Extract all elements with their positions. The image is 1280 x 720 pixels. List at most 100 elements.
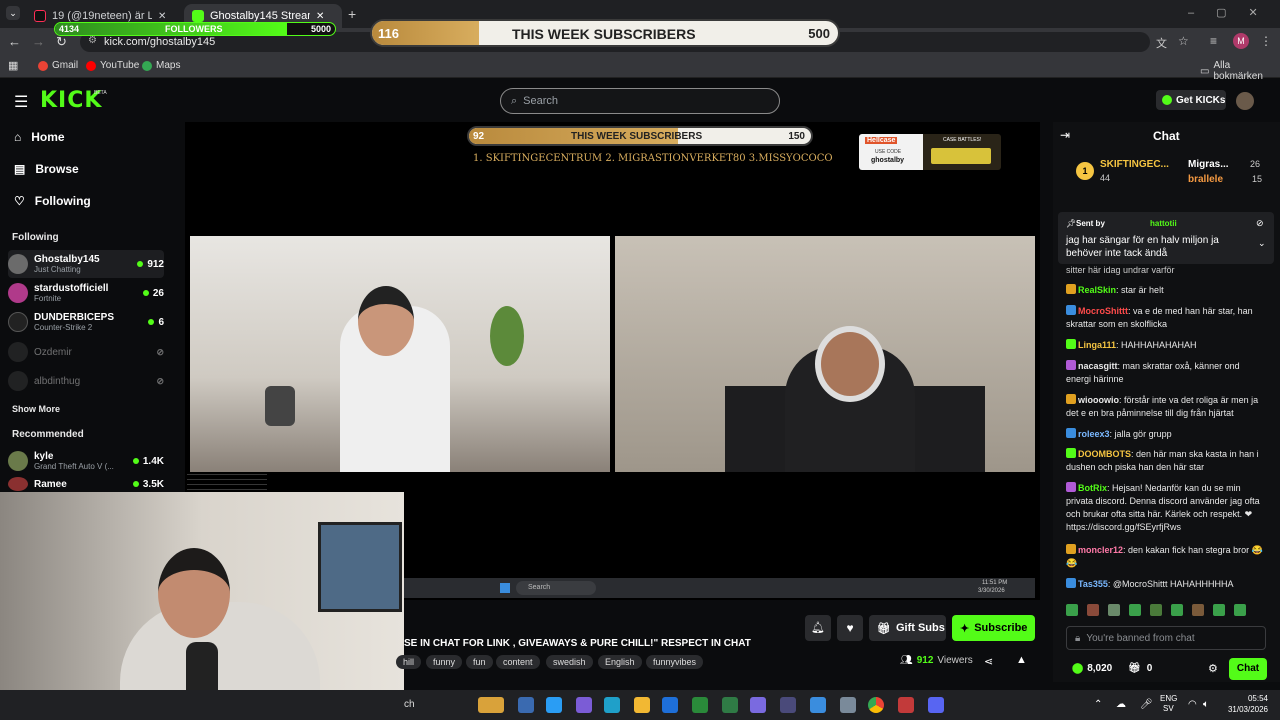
subscribe-button[interactable]: ✦ Subscribe [952, 615, 1035, 641]
bookmark-gmail[interactable]: Gmail [38, 60, 78, 71]
translate-icon[interactable]: 文 [1156, 35, 1167, 51]
emote-icon[interactable] [1192, 604, 1204, 616]
taskbar-app-icon[interactable] [546, 697, 562, 713]
tag[interactable]: funnyvibes [646, 655, 704, 669]
clock-time[interactable]: 05:54 [1222, 694, 1268, 703]
recommended-item[interactable]: Ramee 3.5K [8, 476, 164, 492]
close-icon[interactable]: ✕ [316, 11, 324, 22]
chat-username[interactable]: MocroShittt [1078, 306, 1128, 316]
collapse-chat-icon[interactable]: ⇥ [1060, 128, 1070, 142]
chat-username[interactable]: BotRix [1078, 483, 1107, 493]
chat-username[interactable]: Linga111 [1078, 340, 1116, 350]
pinned-message[interactable]: 📌︎ Sent by hattotii jag har sängar för e… [1058, 212, 1274, 264]
tray-language[interactable]: ENG [1160, 694, 1177, 703]
taskbar-edge-icon[interactable] [604, 697, 620, 713]
taskbar-search-fragment[interactable]: ch [404, 699, 415, 710]
tag[interactable]: funny [426, 655, 463, 669]
tray-language-secondary[interactable]: SV [1163, 704, 1174, 713]
taskbar-app-icon[interactable] [576, 697, 592, 713]
following-item[interactable]: Ghostalby145 Just Chatting 912 [8, 250, 164, 278]
nav-following[interactable]: ♡ Following [14, 194, 91, 208]
new-tab-button[interactable]: + [348, 6, 356, 22]
forward-icon[interactable]: → [32, 34, 45, 49]
emote-icon[interactable] [1150, 604, 1162, 616]
taskbar-app-icon[interactable] [840, 697, 856, 713]
taskbar-app-icon[interactable] [750, 697, 766, 713]
media-icon[interactable]: ≡ [1210, 34, 1217, 48]
tag[interactable]: content [496, 655, 540, 669]
following-item-offline[interactable]: Ozdemir ⊘ [8, 338, 164, 366]
chat-username[interactable]: roleex3 [1078, 429, 1110, 439]
hamburger-icon[interactable]: ☰ [14, 92, 28, 112]
report-icon[interactable]: ▲ [1016, 654, 1027, 666]
reload-icon[interactable]: ↻ [56, 34, 67, 50]
share-icon[interactable]: ⋖ [984, 655, 993, 668]
taskbar-discord-icon[interactable] [928, 697, 944, 713]
following-item[interactable]: stardustofficiell Fortnite 26 [8, 279, 164, 307]
taskbar-app-icon[interactable] [692, 697, 708, 713]
taskbar-app-icon[interactable] [518, 697, 534, 713]
tab-search-icon[interactable]: ⌄ [6, 6, 20, 20]
emote-icon[interactable] [1171, 604, 1183, 616]
emote-icon[interactable] [1234, 604, 1246, 616]
tray-overflow-icon[interactable]: ⌃ [1094, 699, 1102, 710]
user-avatar[interactable] [1236, 92, 1254, 110]
chat-settings-gear-icon[interactable]: ⚙ [1208, 662, 1218, 675]
chat-username[interactable]: RealSkin [1078, 285, 1116, 295]
back-icon[interactable]: ← [8, 34, 21, 49]
emote-icon[interactable] [1213, 604, 1225, 616]
chat-username[interactable]: wiooowio [1078, 395, 1119, 405]
bookmark-youtube[interactable]: YouTube [86, 60, 139, 71]
following-item-offline[interactable]: albdinthug ⊘ [8, 367, 164, 395]
get-kicks-button[interactable]: Get KICKs [1156, 90, 1226, 110]
chat-username[interactable]: moncler12 [1078, 545, 1123, 555]
chevron-down-icon[interactable]: ⌄ [1258, 238, 1266, 249]
follow-heart-button[interactable]: ♥ [837, 615, 863, 641]
chat-username[interactable]: nacasgitt [1078, 361, 1118, 371]
taskbar-weather-icon[interactable] [478, 697, 504, 713]
gift-count[interactable]: 🎁︎ 0 [1128, 663, 1152, 674]
bookmark-star-icon[interactable]: ☆ [1178, 34, 1189, 48]
taskbar-app-icon[interactable] [780, 697, 796, 713]
following-item[interactable]: DUNDERBICEPS Counter-Strike 2 6 [8, 308, 164, 336]
show-more-link[interactable]: Show More [12, 404, 60, 414]
site-info-icon[interactable]: ⚙ [88, 35, 97, 46]
search-input[interactable]: ⌕ Search [500, 88, 780, 114]
chat-send-button[interactable]: Chat [1229, 658, 1267, 680]
tray-mic-icon[interactable]: 🎤︎ [1140, 699, 1153, 710]
recommended-item[interactable]: kyle Grand Theft Auto V (... 1.4K [8, 447, 164, 475]
window-controls[interactable]: –▢✕ [1188, 6, 1280, 19]
emote-icon[interactable] [1087, 604, 1099, 616]
taskbar-app-icon[interactable] [722, 697, 738, 713]
notification-bell-button[interactable]: 🔔︎ [805, 615, 831, 641]
volume-icon[interactable]: 🔈︎ [1203, 699, 1209, 710]
gift-subs-button[interactable]: 🎁︎ Gift Subs [869, 615, 946, 641]
menu-icon[interactable]: ⋮ [1260, 34, 1272, 48]
nav-home[interactable]: ⌂ Home [14, 130, 65, 144]
unpin-icon[interactable]: ⊘ [1256, 218, 1264, 229]
profile-avatar[interactable]: M [1233, 33, 1249, 49]
nav-browse[interactable]: ▤ Browse [14, 162, 79, 176]
wifi-icon[interactable]: ◠ [1188, 699, 1197, 710]
all-bookmarks[interactable]: ▭ Alla bokmärken [1200, 60, 1280, 82]
tag[interactable]: English [598, 655, 642, 669]
taskbar-chrome-icon[interactable] [868, 697, 884, 713]
taskbar-app-icon[interactable] [810, 697, 826, 713]
emote-icon[interactable] [1129, 604, 1141, 616]
taskbar-app-icon[interactable] [898, 697, 914, 713]
emote-icon[interactable] [1108, 604, 1120, 616]
tag[interactable]: hill [396, 655, 422, 669]
clock-date[interactable]: 31/03/2026 [1222, 705, 1268, 714]
chat-username[interactable]: Tas355 [1078, 579, 1108, 589]
taskbar-folder-icon[interactable] [634, 697, 650, 713]
apps-icon[interactable]: ▦ [8, 59, 18, 72]
close-icon[interactable]: ✕ [158, 11, 166, 22]
bookmark-maps[interactable]: Maps [142, 60, 180, 71]
chat-username[interactable]: DOOMBOTS [1078, 449, 1131, 459]
chat-input[interactable]: 🔒︎ You're banned from chat [1066, 626, 1266, 650]
channel-points[interactable]: ⬤ 8,020 [1072, 663, 1112, 674]
tag[interactable]: swedish [546, 655, 593, 669]
tag[interactable]: fun [466, 655, 493, 669]
tray-app-icon[interactable]: ☁ [1116, 699, 1126, 710]
emote-icon[interactable] [1066, 604, 1078, 616]
